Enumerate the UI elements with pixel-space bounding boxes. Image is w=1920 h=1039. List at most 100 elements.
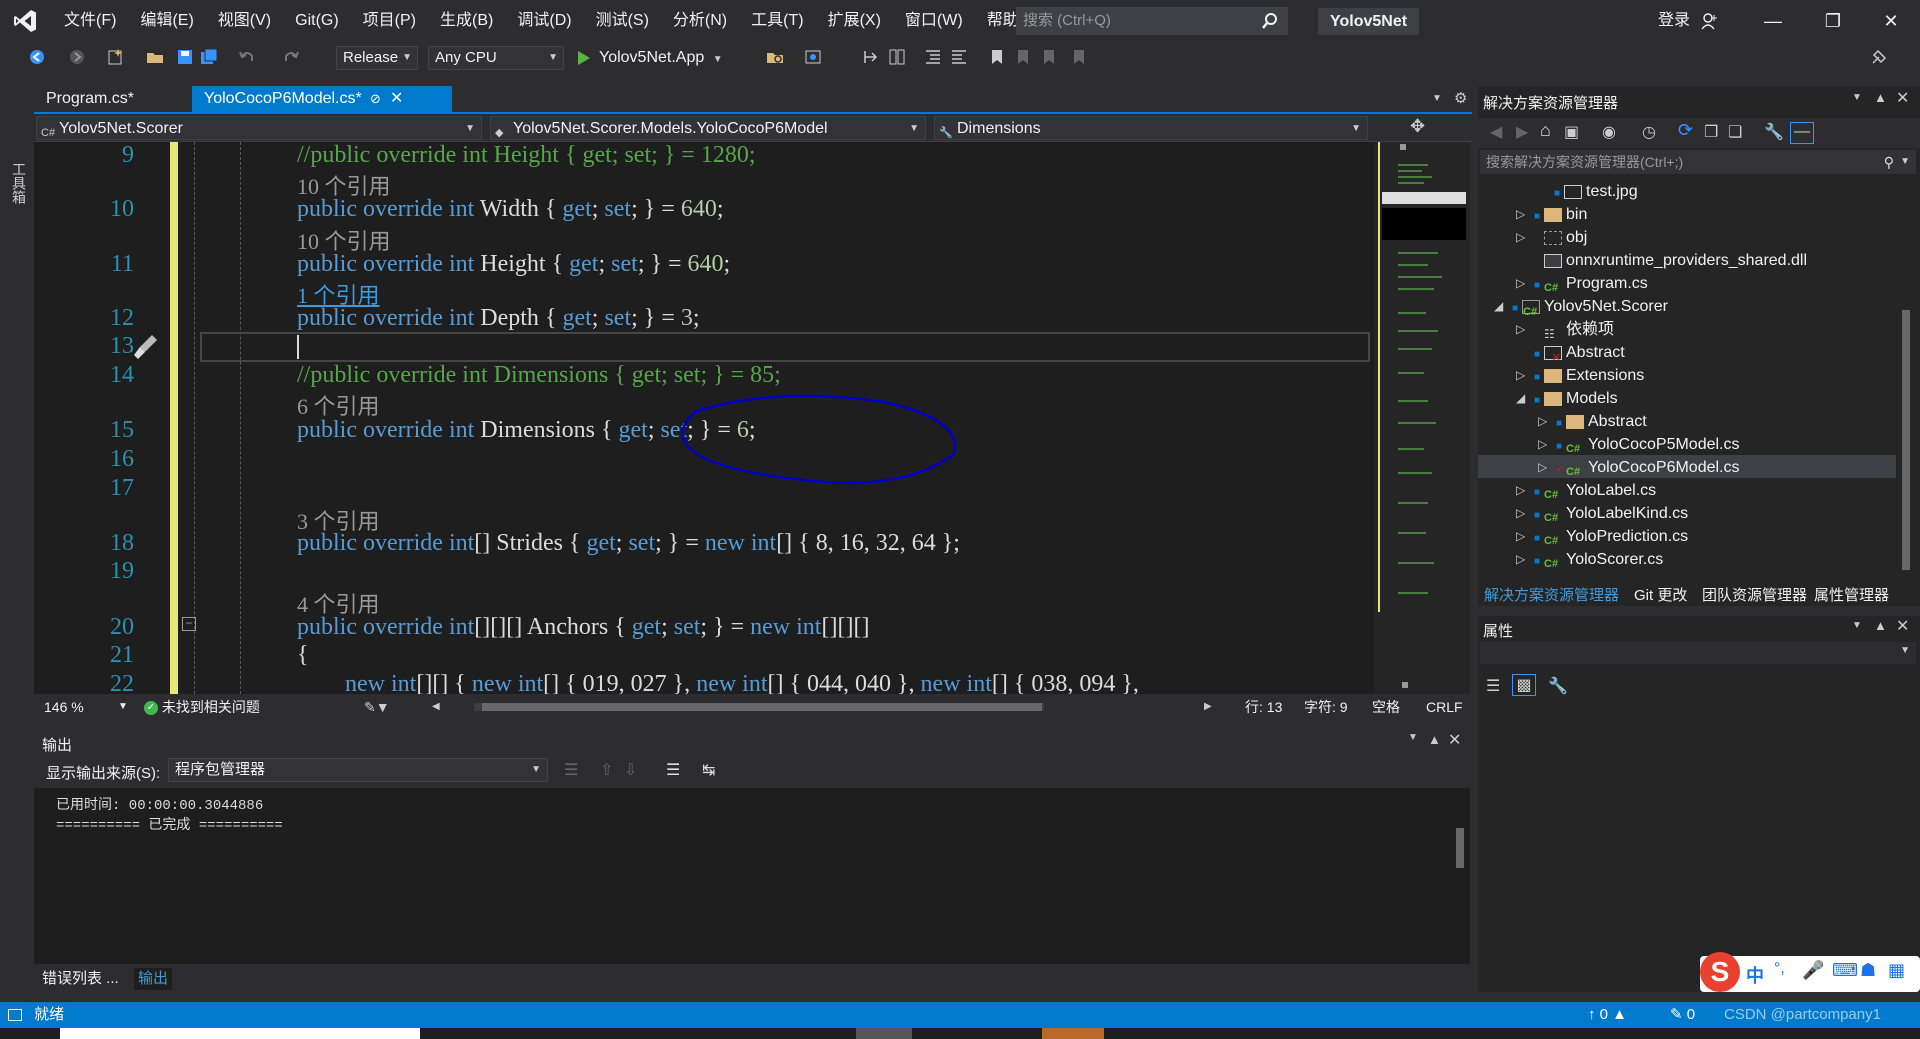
search-options-icon[interactable]: ▼	[1900, 150, 1910, 174]
tree-item-yololabelkind[interactable]: ▷ ■ C# YoloLabelKind.cs	[1516, 502, 1688, 525]
indent-icon[interactable]	[924, 48, 942, 66]
preview-icon[interactable]: —	[1790, 122, 1814, 144]
punctuation-icon[interactable]: °,	[1774, 960, 1785, 978]
tree-item-models[interactable]: ◢ ■ Models	[1516, 387, 1618, 410]
properties-object-select[interactable]: ▼	[1480, 642, 1916, 664]
tree-item-program-cs[interactable]: ▷ ■ C# Program.cs	[1516, 272, 1648, 295]
tree-item-extensions[interactable]: ▷ ■ Extensions	[1516, 364, 1644, 387]
solution-explorer-scroll-thumb[interactable]	[1902, 310, 1910, 570]
type-dropdown[interactable]: ◆ Yolov5Net.Scorer.Models.YoloCocoP6Mode…	[490, 116, 926, 140]
menu-extensions[interactable]: 扩展(X)	[816, 0, 893, 42]
platform-select[interactable]: Any CPU ▼	[428, 46, 564, 70]
minimize-button[interactable]: —	[1744, 0, 1802, 42]
back-icon[interactable]	[28, 48, 46, 66]
categorized-icon[interactable]: ☰	[1486, 676, 1500, 696]
ready-indicator[interactable]: 就绪	[8, 1002, 64, 1028]
toolbox-grid-icon[interactable]: ▦	[1888, 960, 1905, 981]
skin-icon[interactable]: ☗	[1860, 960, 1876, 981]
zoom-dropdown-icon[interactable]: ▼	[118, 694, 128, 720]
pin-icon[interactable]: ▲	[1428, 732, 1441, 747]
menu-project[interactable]: 项目(P)	[351, 0, 428, 42]
save-icon[interactable]	[176, 48, 194, 66]
code-minimap[interactable]	[1378, 142, 1466, 694]
restore-button[interactable]: ❐	[1804, 0, 1862, 42]
sign-in-link[interactable]: 登录	[1658, 0, 1718, 42]
layout-icon[interactable]	[888, 48, 906, 66]
browser-link-icon[interactable]	[804, 48, 822, 66]
tab-property-manager[interactable]: 属性管理器	[1814, 584, 1889, 608]
search-icon[interactable]: ⚲	[1884, 150, 1894, 174]
tab-git-changes[interactable]: Git 更改	[1634, 584, 1687, 608]
pending-changes-icon[interactable]: ◷	[1642, 122, 1656, 142]
menu-build[interactable]: 生成(B)	[428, 0, 505, 42]
close-panel-icon[interactable]: ✕	[1448, 730, 1461, 750]
start-debug-button[interactable]: Yolov5Net.App ▼	[575, 46, 723, 70]
clear-all-icon[interactable]: ☰	[666, 760, 680, 780]
tree-item-models-abstract[interactable]: ▷ ■ Abstract	[1538, 410, 1647, 433]
next-message-icon[interactable]: ⇩	[624, 760, 637, 780]
feedback-icon[interactable]	[1870, 48, 1888, 66]
search-icon[interactable]	[1261, 12, 1279, 30]
prev-bookmark-icon[interactable]	[1014, 48, 1032, 66]
whitespace-indicator[interactable]: 空格	[1372, 694, 1400, 720]
menu-window[interactable]: 窗口(W)	[893, 0, 975, 42]
line-ending-indicator[interactable]: CRLF	[1426, 694, 1463, 720]
find-message-icon[interactable]: ☰	[564, 760, 578, 780]
alphabetical-icon[interactable]: ▩	[1512, 674, 1536, 696]
output-scroll-thumb[interactable]	[1456, 828, 1464, 868]
code-editor[interactable]: 9 10 11 12 13 14 15 16 17 18 19 20 21 22…	[34, 142, 1374, 694]
undo-icon[interactable]	[238, 48, 256, 66]
member-dropdown[interactable]: 🔧 Dimensions ▼	[934, 116, 1368, 140]
browse-folder-icon[interactable]	[766, 48, 784, 66]
column-indicator[interactable]: 字符: 9	[1304, 694, 1348, 720]
sogou-logo-icon[interactable]: S	[1700, 952, 1740, 992]
step-icon[interactable]	[862, 48, 880, 66]
forward-icon[interactable]: ▶	[1516, 122, 1528, 142]
tree-item-yololabel[interactable]: ▷ ■ C# YoloLabel.cs	[1516, 479, 1656, 502]
tab-team-explorer[interactable]: 团队资源管理器	[1702, 584, 1807, 608]
output-scrollbar[interactable]	[1450, 788, 1470, 964]
hscroll-left-icon[interactable]: ◀	[432, 694, 440, 720]
visual-studio-logo-icon[interactable]	[12, 8, 38, 34]
home-icon[interactable]: ⌂	[1540, 120, 1551, 141]
tab-overflow-icon[interactable]: ▼	[1432, 86, 1442, 112]
tree-item-abstract[interactable]: ■ ✕ Abstract	[1516, 341, 1625, 364]
edit-indicator[interactable]: ✎ 0	[1670, 1002, 1695, 1028]
tree-item-bin[interactable]: ▷ ■ bin	[1516, 203, 1587, 226]
menu-tools[interactable]: 工具(T)	[739, 0, 815, 42]
collapse-all-icon[interactable]: ❐	[1704, 122, 1718, 142]
tree-item-test-jpg[interactable]: ■ test.jpg	[1554, 180, 1638, 203]
horizontal-scrollbar[interactable]	[474, 703, 1044, 711]
output-text[interactable]: 已用时间: 00:00:00.3044886 ========== 已完成 ==…	[34, 788, 1458, 964]
tab-yolococop6model-cs[interactable]: YoloCocoP6Model.cs* ⊘ ✕	[192, 86, 452, 112]
show-all-files-icon[interactable]: ◉	[1602, 122, 1616, 142]
tree-item-yolov5net-scorer[interactable]: ◢ ■ C# Yolov5Net.Scorer	[1494, 295, 1668, 318]
word-wrap-icon[interactable]: ↹	[702, 760, 715, 780]
copy-icon[interactable]: ❏	[1728, 122, 1742, 142]
paintbrush-icon[interactable]	[132, 332, 160, 362]
keyboard-icon[interactable]: ⌨	[1832, 960, 1858, 981]
refresh-icon[interactable]: ⟳	[1678, 120, 1693, 141]
menu-file[interactable]: 文件(F)	[52, 0, 128, 42]
new-project-icon[interactable]	[106, 48, 124, 66]
tab-settings-icon[interactable]: ⚙	[1454, 86, 1467, 112]
close-window-button[interactable]: ✕	[1862, 0, 1920, 42]
tab-program-cs[interactable]: Program.cs*	[34, 86, 184, 112]
tree-item-dependencies[interactable]: ▷ ☷ 依赖项	[1516, 318, 1614, 341]
menu-debug[interactable]: 调试(D)	[505, 0, 583, 42]
collapse-toggle[interactable]: −	[182, 617, 196, 631]
next-bookmark-icon[interactable]	[1040, 48, 1058, 66]
configuration-select[interactable]: Release ▼	[336, 46, 418, 70]
pin-icon[interactable]: ▲	[1874, 618, 1887, 633]
tree-item-yolococop6model[interactable]: ▷ ✓ C# YoloCocoP6Model.cs	[1538, 456, 1740, 479]
toolbox-tab[interactable]: 工具箱	[9, 162, 29, 204]
menu-analyze[interactable]: 分析(N)	[661, 0, 739, 42]
tab-solution-explorer[interactable]: 解决方案资源管理器	[1484, 584, 1619, 608]
search-input[interactable]: 搜索 (Ctrl+Q)	[1016, 7, 1288, 35]
project-dropdown[interactable]: C# Yolov5Net.Scorer ▼	[36, 116, 482, 140]
issues-indicator[interactable]: ✓ 未找到相关问题	[144, 694, 260, 720]
close-panel-icon[interactable]: ✕	[1896, 88, 1909, 108]
close-panel-icon[interactable]: ✕	[1896, 616, 1909, 636]
solution-explorer-scrollbar[interactable]	[1896, 180, 1914, 580]
panel-dropdown-icon[interactable]: ▼	[1408, 732, 1418, 743]
